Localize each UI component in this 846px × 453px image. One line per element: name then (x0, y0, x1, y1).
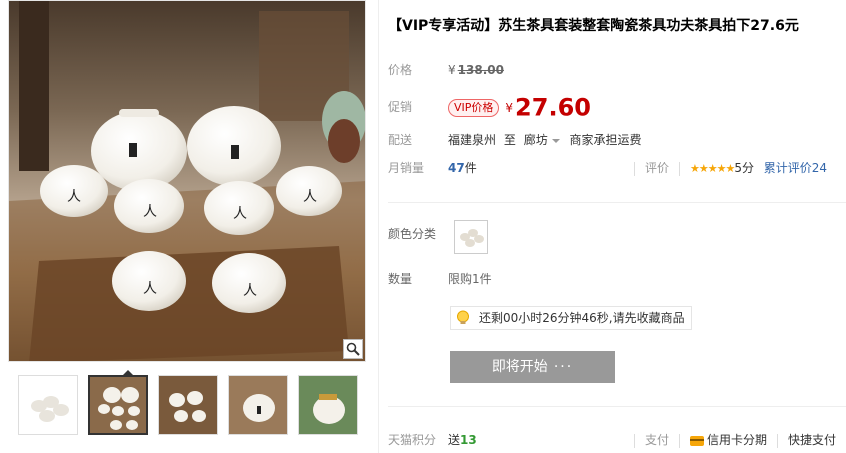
points-label: 天猫积分 (388, 433, 437, 447)
delivery-to: 至 (503, 133, 516, 147)
lightbulb-icon (457, 310, 469, 324)
svg-text:人: 人 (303, 189, 317, 205)
price-row: 价格 ¥138.00 (388, 60, 504, 80)
color-label: 颜色分类 (388, 227, 437, 241)
thumbnail-1[interactable] (18, 375, 78, 435)
delivery-label: 配送 (388, 133, 413, 147)
total-reviews-link[interactable]: 累计评价24 (764, 161, 827, 175)
delivery-origin: 福建泉州 (448, 133, 497, 147)
separator (634, 161, 635, 176)
rating-stars: ★★★★★ (690, 162, 735, 175)
zoom-icon[interactable] (343, 339, 363, 359)
quick-pay-link[interactable]: 快捷支付 (788, 433, 836, 447)
countdown-text: 还剩00小时26分钟46秒,请先收藏商品 (479, 311, 685, 325)
credit-card-icon (690, 435, 705, 446)
delivery-destination[interactable]: 廊坊 (524, 133, 548, 147)
thumbnail-2[interactable] (88, 375, 148, 435)
quantity-limit: 限购1件 (448, 272, 492, 286)
svg-text:人: 人 (243, 283, 257, 299)
separator (679, 433, 681, 448)
section-divider (388, 202, 846, 203)
promo-row: 促销 VIP价格 ¥27.60 (388, 93, 591, 122)
svg-text:人: 人 (143, 204, 157, 220)
color-option-thumb[interactable] (454, 220, 488, 254)
promo-price: 27.60 (515, 93, 591, 122)
shipping-fee: 商家承担运费 (569, 133, 642, 147)
thumbnail-5[interactable] (298, 375, 358, 435)
thumbnail-4[interactable] (228, 375, 288, 435)
svg-text:人: 人 (67, 189, 81, 205)
points-value: 13 (460, 433, 477, 447)
thumbnail-3[interactable] (158, 375, 218, 435)
countdown-notice: 还剩00小时26分钟46秒,请先收藏商品 (450, 306, 692, 330)
coming-soon-label: 即将开始 (491, 359, 548, 375)
column-divider (378, 0, 379, 453)
coming-soon-dots: ··· (553, 359, 574, 375)
svg-text:人: 人 (143, 281, 157, 297)
payment-label: 支付 (645, 433, 670, 447)
points-prefix: 送 (448, 433, 461, 447)
vip-price-badge: VIP价格 (448, 98, 500, 117)
separator (777, 433, 779, 448)
promo-label: 促销 (388, 100, 413, 114)
original-price: 138.00 (457, 63, 504, 77)
price-currency: ¥ (448, 63, 456, 77)
credit-installment-link[interactable]: 信用卡分期 (707, 433, 767, 447)
tea-set-photo: 人 人 人 人 人 人 (9, 1, 365, 361)
monthly-sales-label: 月销量 (388, 161, 425, 175)
promo-currency: ¥ (505, 100, 514, 115)
monthly-sales-count: 47 (448, 161, 465, 175)
price-label: 价格 (388, 63, 413, 77)
product-title: 【VIP专享活动】苏生茶具套装整套陶瓷茶具功夫茶具拍下27.6元 (388, 18, 799, 34)
sales-row: 月销量 47件 评价 ★★★★★5分 累计评价24 (388, 158, 846, 178)
color-row: 颜色分类 (388, 224, 448, 244)
quantity-label: 数量 (388, 272, 413, 286)
separator (679, 161, 681, 176)
separator (634, 433, 635, 448)
svg-text:人: 人 (233, 206, 247, 222)
section-divider (388, 406, 846, 407)
footer-row: 天猫积分 送13 支付 信用卡分期 快捷支付 (388, 430, 846, 450)
rating-label: 评价 (645, 161, 670, 175)
delivery-row: 配送 福建泉州 至 廊坊 商家承担运费 (388, 130, 642, 150)
main-product-image[interactable]: 人 人 人 人 人 人 (8, 0, 366, 362)
quantity-row: 数量 限购1件 (388, 269, 492, 289)
chevron-down-icon[interactable] (551, 138, 560, 143)
thumbnail-strip (8, 370, 368, 440)
monthly-sales-unit: 件 (464, 161, 477, 175)
rating-score: 5分 (734, 161, 754, 175)
coming-soon-button[interactable]: 即将开始 ··· (450, 351, 615, 383)
